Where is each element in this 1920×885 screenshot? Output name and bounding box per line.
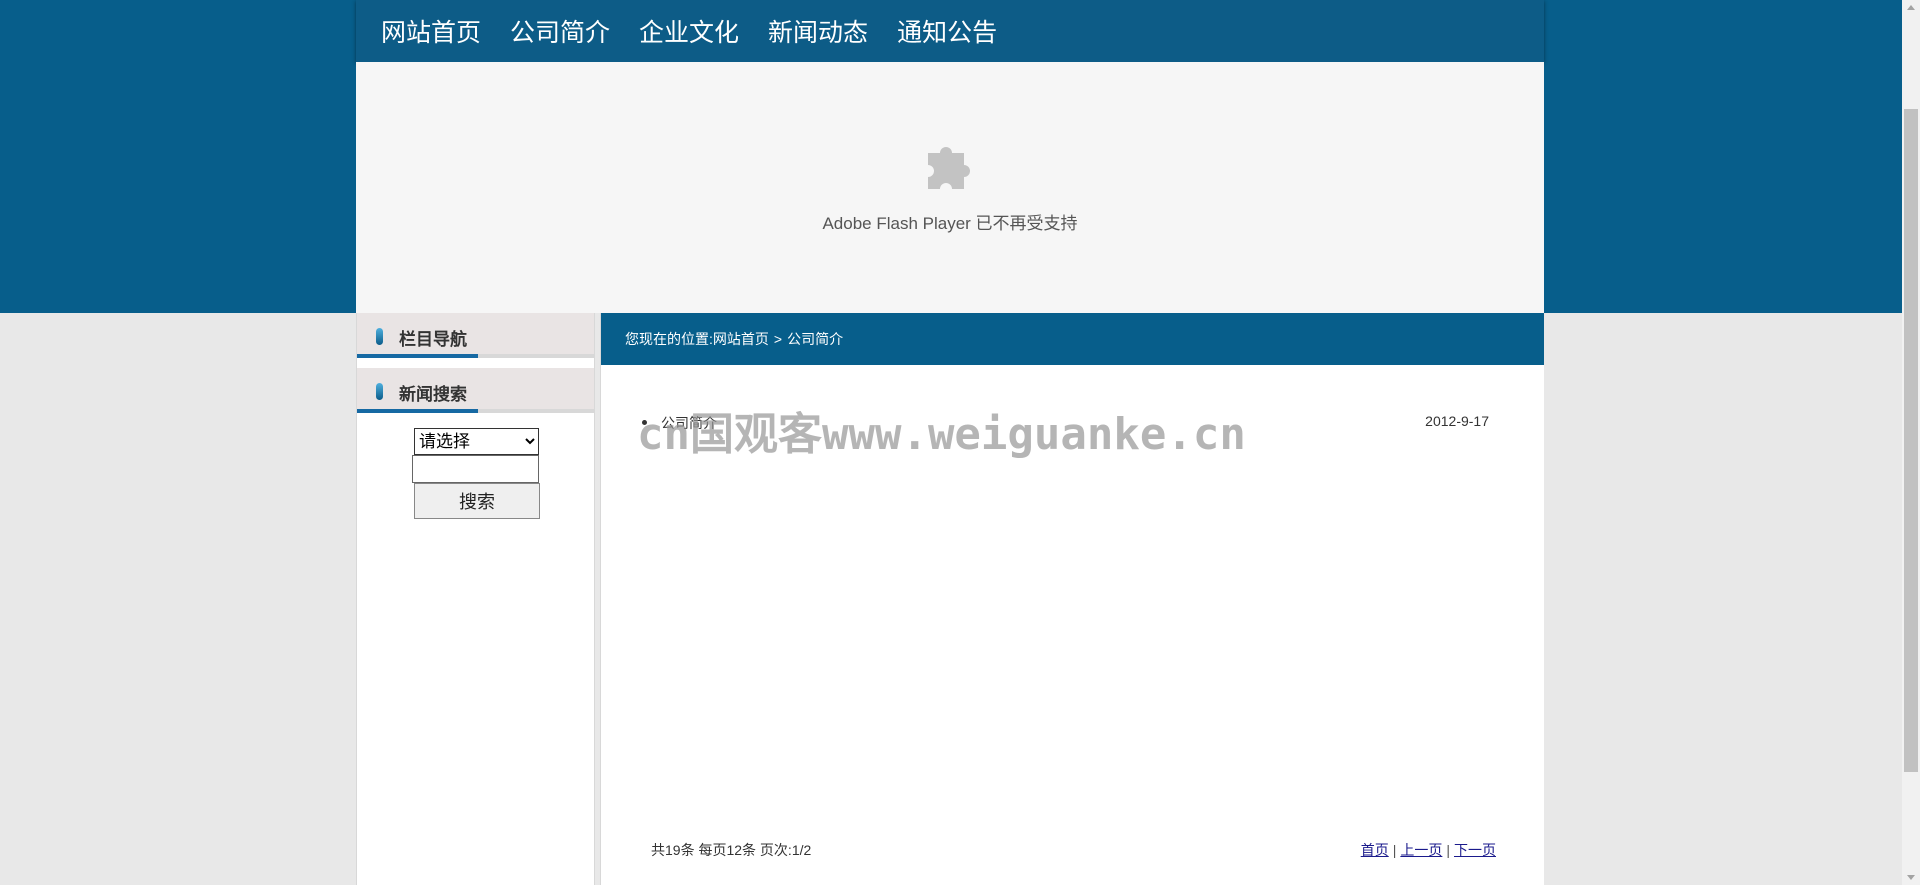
bullet-icon — [642, 420, 647, 425]
flash-unsupported-message: Adobe Flash Player 已不再受支持 — [822, 214, 1078, 233]
breadcrumb-prefix: 您现在的位置: — [625, 331, 713, 347]
pill-icon — [376, 383, 383, 400]
pill-icon — [376, 328, 383, 345]
page-container: 网站首页 公司简介 企业文化 新闻动态 通知公告 Adobe Flash Pla… — [356, 0, 1544, 885]
vertical-scrollbar[interactable] — [1902, 0, 1920, 885]
search-category-select[interactable]: 请选择 — [414, 428, 539, 455]
list-item: 公司简介 2012-9-17 — [641, 411, 1489, 435]
breadcrumb-separator: > — [773, 331, 783, 347]
pagination-summary: 共19条 每页12条 页次:1/2 — [651, 842, 812, 858]
search-input[interactable] — [412, 455, 539, 483]
breadcrumb-home-link[interactable]: 网站首页 — [713, 329, 769, 349]
pagination: 共19条 每页12条 页次:1/2 首页 | 上一页 | 下一页 — [651, 840, 1496, 860]
section-underline — [357, 354, 478, 358]
nav-item-corporate-culture[interactable]: 企业文化 — [639, 13, 739, 49]
scrollbar-thumb[interactable] — [1904, 109, 1918, 772]
pagination-next-link[interactable]: 下一页 — [1454, 842, 1496, 858]
sidebar-section-column-nav: 栏目导航 — [357, 313, 594, 358]
pagination-first-link[interactable]: 首页 — [1361, 842, 1389, 858]
list-item-date: 2012-9-17 — [1425, 413, 1489, 429]
pagination-divider: | — [1446, 842, 1450, 858]
nav-item-notices[interactable]: 通知公告 — [897, 13, 997, 49]
breadcrumb: 您现在的位置: 网站首页 > 公司简介 — [601, 313, 1544, 365]
nav-item-company-profile[interactable]: 公司简介 — [510, 13, 610, 49]
sidebar-section-title: 新闻搜索 — [399, 385, 467, 404]
nav-item-home[interactable]: 网站首页 — [381, 13, 481, 49]
pagination-prev-link[interactable]: 上一页 — [1400, 842, 1442, 858]
pagination-links: 首页 | 上一页 | 下一页 — [1361, 840, 1496, 860]
section-underline — [357, 409, 478, 413]
sidebar-section-title: 栏目导航 — [399, 330, 467, 349]
main-nav: 网站首页 公司简介 企业文化 新闻动态 通知公告 — [356, 0, 1544, 62]
pagination-divider: | — [1392, 842, 1397, 858]
nav-item-news[interactable]: 新闻动态 — [768, 13, 868, 49]
flash-banner-placeholder: Adobe Flash Player 已不再受支持 — [356, 62, 1544, 313]
scroll-down-arrow-icon[interactable] — [1907, 875, 1915, 880]
puzzle-piece-icon — [928, 147, 970, 189]
list-item-title-link[interactable]: 公司简介 — [661, 413, 717, 433]
main-content: 您现在的位置: 网站首页 > 公司简介 公司简介 2012-9-17 cn国观客… — [600, 313, 1544, 885]
breadcrumb-current-link[interactable]: 公司简介 — [787, 329, 843, 349]
news-search-form: 请选择 搜索 — [412, 428, 542, 519]
sidebar: 栏目导航 新闻搜索 请选择 搜索 — [356, 313, 595, 885]
search-button[interactable]: 搜索 — [414, 483, 540, 519]
scroll-up-arrow-icon[interactable] — [1907, 5, 1915, 10]
sidebar-section-news-search: 新闻搜索 — [357, 368, 594, 413]
